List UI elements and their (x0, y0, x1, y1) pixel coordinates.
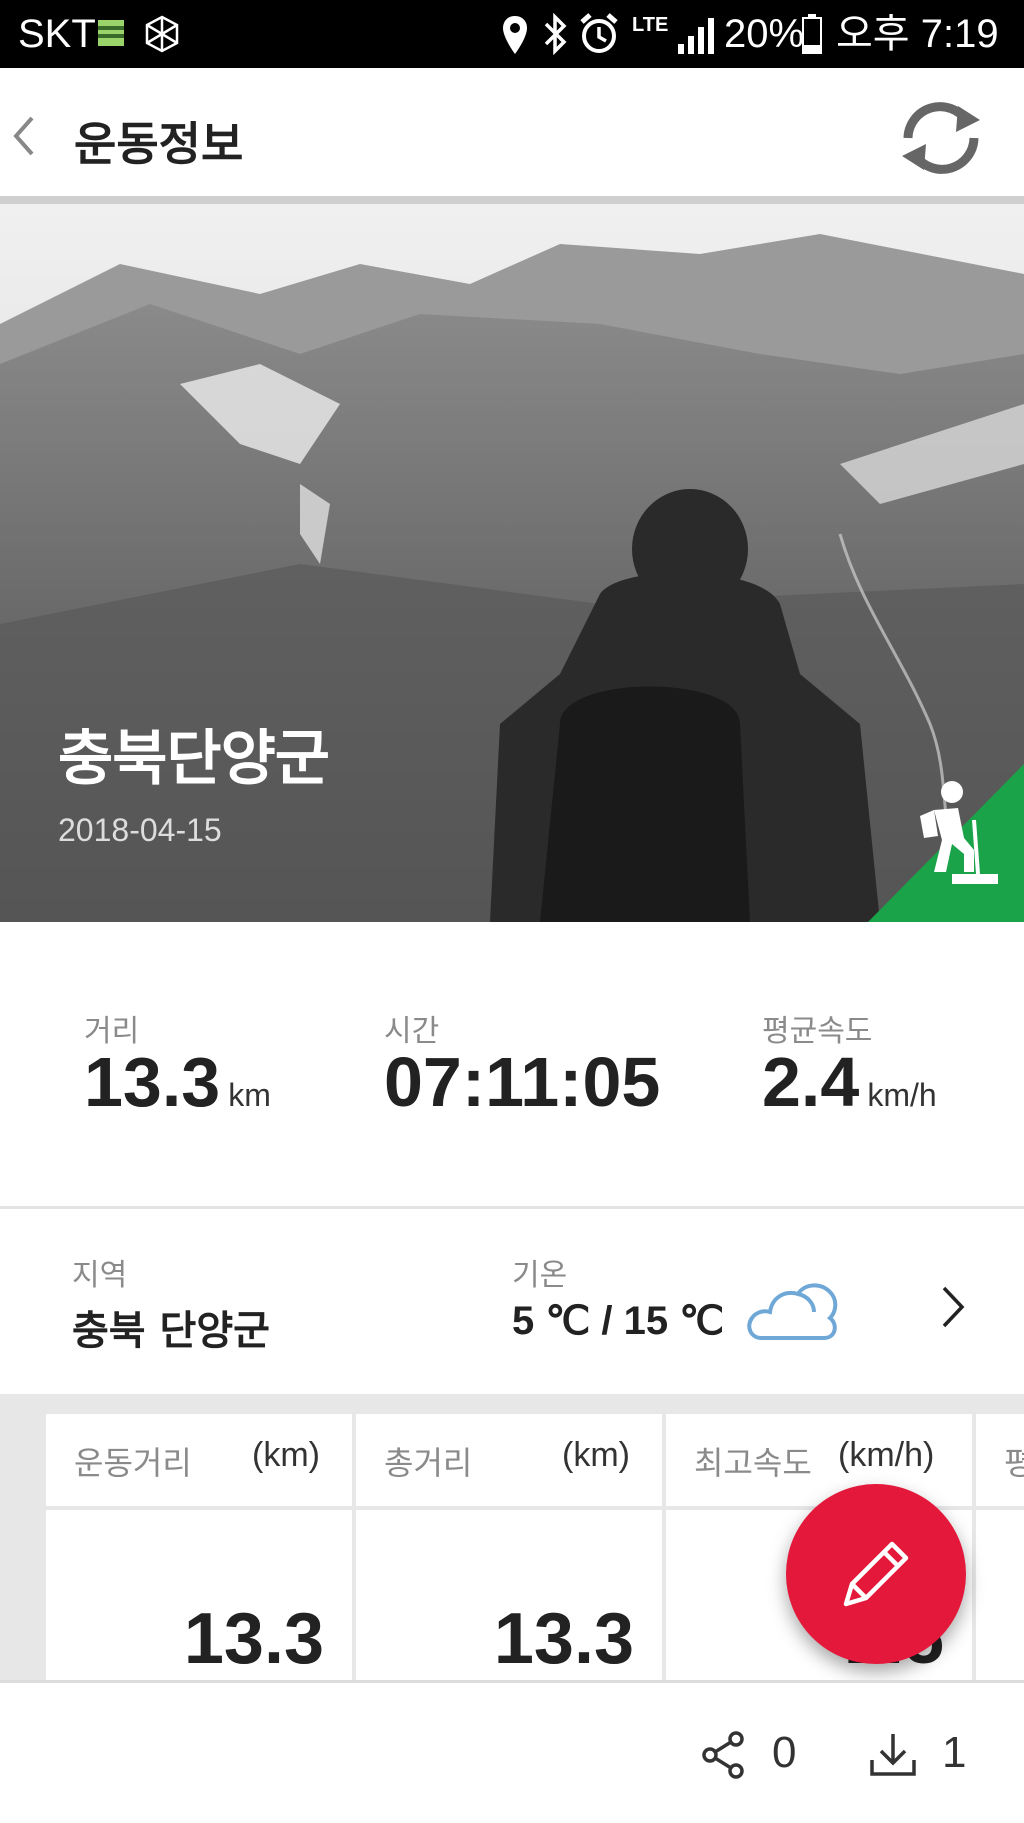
signal-icon (678, 18, 714, 54)
column-header-label: 평 (1004, 1444, 1024, 1482)
download-icon[interactable] (868, 1730, 918, 1780)
total-distance-value: 13.3 (493, 1599, 634, 1679)
column-header-unit: (km) (562, 1436, 630, 1474)
column-header-label: 최고속도 (694, 1444, 812, 1482)
hero-location-title: 충북단양군 (58, 724, 330, 794)
clock: 오후 7:19 (836, 12, 999, 56)
region-value: 충북 단양군 (72, 1308, 270, 1354)
alarm-icon (580, 13, 618, 53)
sim-icon (98, 20, 124, 46)
lte-icon: LTE (632, 14, 669, 36)
page-title: 운동정보 (74, 117, 244, 171)
bluetooth-icon (544, 12, 567, 56)
location-icon (503, 16, 527, 54)
pencil-icon (843, 1541, 909, 1607)
temperature-label: 기온 (512, 1258, 568, 1293)
avg-speed-value: 2.4 km/h (762, 1043, 937, 1121)
battery-percent: 20% (724, 12, 805, 56)
app-icon (145, 15, 179, 53)
table-cell (976, 1510, 1024, 1680)
cloud-icon (747, 1283, 838, 1340)
hiking-icon (920, 781, 998, 884)
app-bar-divider (0, 196, 1024, 204)
share-count: 0 (772, 1728, 797, 1777)
column-header-label: 운동거리 (74, 1444, 192, 1482)
download-count: 1 (942, 1728, 967, 1777)
column-header-unit: (km/h) (838, 1436, 935, 1474)
share-icon[interactable] (700, 1730, 748, 1780)
temperature-value: 5 ℃ / 15 ℃ (512, 1299, 725, 1343)
hero-date: 2018-04-15 (58, 812, 222, 848)
chevron-left-icon[interactable] (8, 112, 38, 160)
refresh-icon[interactable] (896, 98, 986, 178)
battery-icon (802, 14, 822, 54)
exercise-distance-value: 13.3 (183, 1599, 324, 1679)
edit-fab-button[interactable] (786, 1484, 966, 1664)
avg-speed-unit: km/h (867, 1077, 937, 1113)
carrier-label: SKT (18, 12, 96, 56)
status-bar: SKT LTE 20% 오후 7:19 (0, 0, 1024, 68)
column-header-unit: (km) (252, 1436, 320, 1474)
chevron-right-icon[interactable] (938, 1282, 968, 1332)
distance-unit: km (228, 1077, 271, 1113)
distance-value: 13.3 km (84, 1043, 271, 1121)
section-divider (0, 1206, 1024, 1209)
column-header-label: 총거리 (384, 1444, 473, 1482)
region-label: 지역 (72, 1258, 128, 1293)
time-value: 07:11:05 (384, 1043, 661, 1121)
